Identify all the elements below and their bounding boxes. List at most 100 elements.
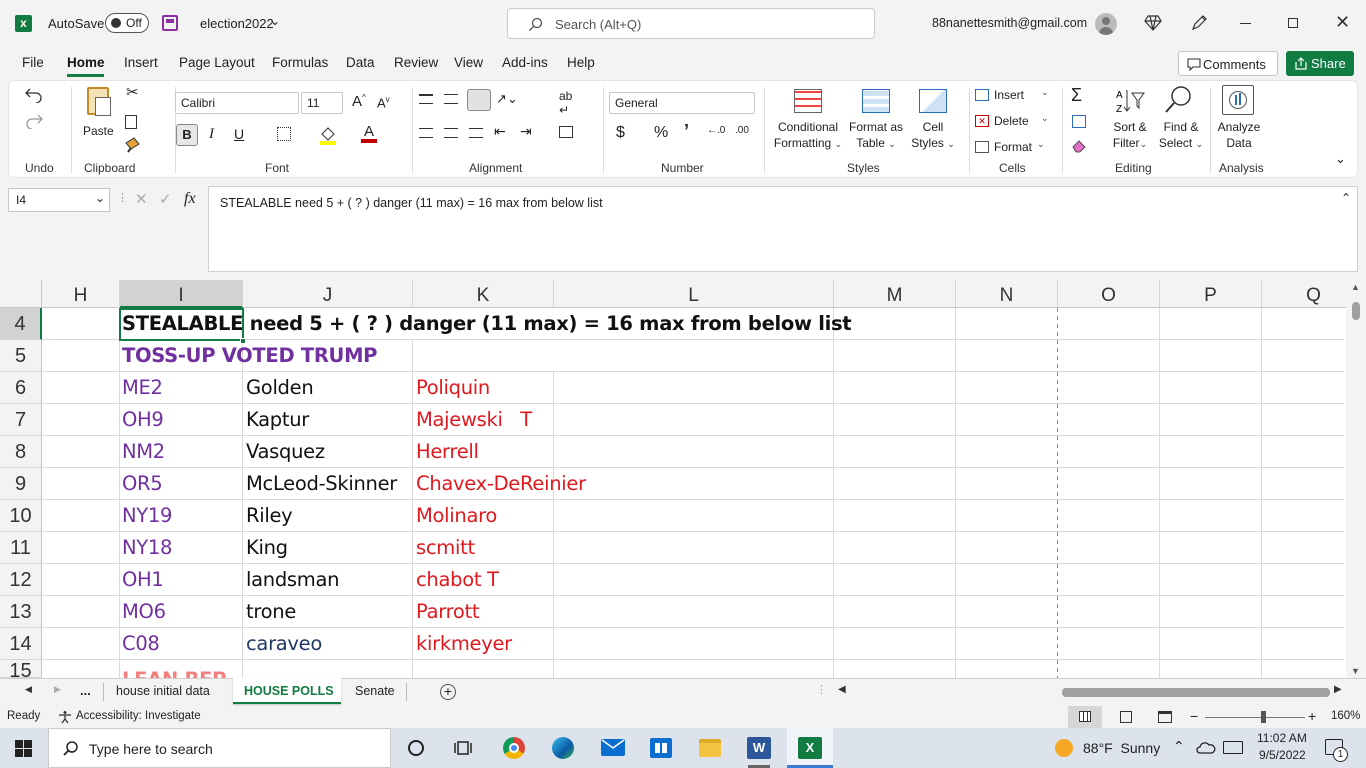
- number-format-select[interactable]: General: [609, 92, 755, 114]
- horizontal-scroll-thumb[interactable]: [1062, 688, 1330, 697]
- menu-insert[interactable]: Insert: [124, 55, 158, 70]
- column-header-h[interactable]: H: [42, 280, 120, 308]
- column-header-l[interactable]: L: [554, 280, 834, 308]
- percent-icon[interactable]: %: [654, 124, 668, 142]
- clock-date[interactable]: 9/5/2022: [1259, 748, 1306, 762]
- cell-styles-icon[interactable]: [919, 89, 947, 113]
- avatar[interactable]: [1095, 13, 1117, 35]
- menu-review[interactable]: Review: [394, 55, 438, 70]
- align-left-icon[interactable]: [419, 128, 433, 138]
- cell-i10[interactable]: NY19: [122, 500, 172, 532]
- more-icon[interactable]: ⋮: [117, 191, 128, 204]
- undo-icon[interactable]: [25, 87, 43, 103]
- page-layout-view-icon[interactable]: [1120, 711, 1132, 723]
- increase-indent-icon[interactable]: ⇥: [520, 123, 532, 140]
- cell-styles-button[interactable]: Cell Styles ⌄: [907, 119, 959, 152]
- spreadsheet-grid[interactable]: H I J K L M N O P Q 4 5 6 7 8 9 10 11 12…: [0, 280, 1366, 678]
- minimize-button[interactable]: [1240, 23, 1251, 24]
- cancel-icon[interactable]: ✕: [135, 190, 148, 208]
- scroll-tabs-left-icon[interactable]: ◀: [25, 684, 32, 695]
- row-header-6[interactable]: 6: [0, 372, 42, 404]
- accessibility-icon[interactable]: [58, 710, 72, 724]
- insert-function-icon[interactable]: fx: [184, 190, 196, 208]
- comma-style-icon[interactable]: ’: [684, 121, 689, 142]
- restore-button[interactable]: [1288, 18, 1298, 28]
- excel-taskbar-button[interactable]: X: [787, 728, 833, 768]
- merge-center-icon[interactable]: [559, 126, 573, 138]
- chrome-icon[interactable]: [503, 737, 525, 759]
- cell-j9[interactable]: McLeod-Skinner: [246, 468, 397, 500]
- font-size-select[interactable]: 11: [301, 92, 343, 114]
- cell-i15[interactable]: LEAN REP: [122, 664, 226, 678]
- weather-sun-icon[interactable]: [1055, 739, 1073, 757]
- fill-color-icon[interactable]: [319, 125, 337, 145]
- word-icon[interactable]: W: [747, 737, 771, 759]
- menu-formulas[interactable]: Formulas: [272, 55, 328, 70]
- hscroll-right-icon[interactable]: ▶: [1334, 684, 1342, 695]
- zoom-level[interactable]: 160%: [1331, 710, 1360, 722]
- menu-page-layout[interactable]: Page Layout: [179, 55, 255, 70]
- mail-icon[interactable]: [601, 739, 625, 756]
- decrease-indent-icon[interactable]: ⇤: [494, 123, 506, 140]
- scissors-icon[interactable]: ✂: [126, 83, 139, 101]
- diamond-icon[interactable]: [1144, 15, 1162, 31]
- row-header-13[interactable]: 13: [0, 596, 42, 628]
- tab-senate[interactable]: Senate: [355, 684, 395, 698]
- shrink-font-icon[interactable]: Av: [377, 95, 390, 110]
- column-header-o[interactable]: O: [1058, 280, 1160, 308]
- column-header-i[interactable]: I: [120, 280, 243, 308]
- menu-home[interactable]: Home: [67, 55, 105, 70]
- currency-icon[interactable]: $: [616, 124, 625, 142]
- increase-decimal-icon[interactable]: ←.0: [707, 125, 725, 136]
- menu-file[interactable]: File: [22, 55, 44, 70]
- format-as-table-icon[interactable]: [862, 89, 890, 113]
- cell-k10[interactable]: Molinaro: [416, 500, 497, 532]
- tab-house-polls[interactable]: HOUSE POLLS: [233, 678, 341, 704]
- file-name[interactable]: election2022: [200, 16, 274, 31]
- cell-i8[interactable]: NM2: [122, 436, 165, 468]
- vertical-scroll-thumb[interactable]: [1352, 302, 1360, 320]
- format-cells-button[interactable]: Format ⌄: [975, 139, 1055, 157]
- column-header-j[interactable]: J: [243, 280, 413, 308]
- row-header-15[interactable]: 15: [0, 660, 42, 678]
- cell-i14[interactable]: C08: [122, 628, 160, 660]
- select-all-corner[interactable]: [0, 280, 42, 308]
- cell-i12[interactable]: OH1: [122, 564, 164, 596]
- sort-filter-icon[interactable]: AZ: [1115, 87, 1145, 115]
- row-header-12[interactable]: 12: [0, 564, 42, 596]
- more-sheets-button[interactable]: ...: [80, 683, 91, 698]
- cell-i6[interactable]: ME2: [122, 372, 163, 404]
- page-break-view-icon[interactable]: [1158, 711, 1172, 723]
- analyze-data-button[interactable]: Analyze Data: [1213, 119, 1265, 151]
- menu-add-ins[interactable]: Add-ins: [502, 55, 548, 70]
- save-icon[interactable]: [162, 15, 178, 31]
- align-right-icon[interactable]: [469, 128, 483, 138]
- find-select-button[interactable]: Find & Select ⌄: [1155, 119, 1207, 152]
- name-box[interactable]: I4 ⌄: [8, 188, 110, 212]
- find-select-icon[interactable]: [1163, 85, 1193, 115]
- align-middle-icon[interactable]: [444, 94, 458, 104]
- autosum-icon[interactable]: Σ: [1071, 85, 1082, 106]
- share-button[interactable]: Share: [1286, 51, 1354, 76]
- cell-k12[interactable]: chabot T: [416, 564, 499, 596]
- row-header-9[interactable]: 9: [0, 468, 42, 500]
- pen-icon[interactable]: [1190, 14, 1208, 32]
- cell-k7[interactable]: Majewski T: [416, 404, 532, 436]
- cell-j8[interactable]: Vasquez: [246, 436, 325, 468]
- task-view-icon[interactable]: [454, 740, 472, 756]
- delete-cells-button[interactable]: ✕ Delete ⌄: [975, 113, 1055, 131]
- cell-j14[interactable]: caraveo: [246, 628, 322, 660]
- tab-house-initial-data[interactable]: house initial data: [116, 684, 210, 698]
- zoom-slider-thumb[interactable]: [1261, 711, 1266, 723]
- orientation-icon[interactable]: ↗⌄: [496, 91, 518, 107]
- redo-icon[interactable]: [25, 113, 43, 129]
- cell-j10[interactable]: Riley: [246, 500, 293, 532]
- cell-k8[interactable]: Herrell: [416, 436, 479, 468]
- cell-k6[interactable]: Poliquin: [416, 372, 490, 404]
- vertical-scrollbar[interactable]: ▲ ▼: [1346, 280, 1366, 678]
- borders-icon[interactable]: [277, 127, 291, 141]
- insert-cells-button[interactable]: Insert ⌄: [975, 87, 1055, 105]
- italic-button[interactable]: I: [209, 126, 214, 143]
- cell-k11[interactable]: scmitt: [416, 532, 475, 564]
- zoom-out-button[interactable]: −: [1190, 708, 1198, 724]
